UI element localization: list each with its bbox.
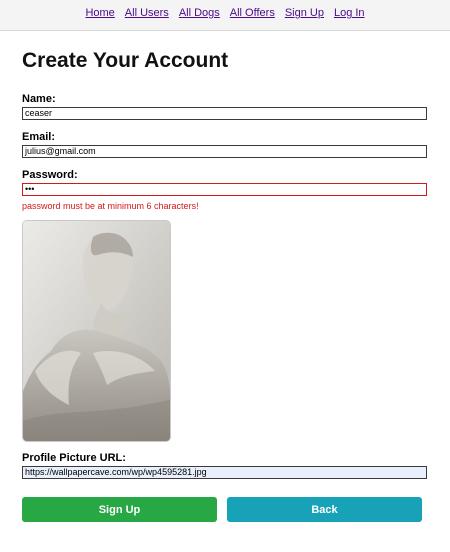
name-field: Name: ceaser xyxy=(22,93,428,120)
statue-photo-icon xyxy=(23,221,170,441)
page-title: Create Your Account xyxy=(22,49,229,72)
nav-all-offers-link[interactable]: All Offers xyxy=(230,7,275,19)
nav-sign-up-link[interactable]: Sign Up xyxy=(285,7,324,19)
profile-picture-url-field: Profile Picture URL: https://wallpaperca… xyxy=(22,452,428,479)
nav-home-link[interactable]: Home xyxy=(85,7,114,19)
profile-picture-url-input[interactable]: https://wallpapercave.com/wp/wp4595281.j… xyxy=(22,466,427,479)
form-actions: Sign Up Back xyxy=(22,497,422,522)
signup-form-container: Create Your Account Name: ceaser Email: … xyxy=(22,50,428,211)
back-button[interactable]: Back xyxy=(227,497,422,522)
password-label: Password: xyxy=(22,169,78,181)
email-field: Email: julius@gmail.com xyxy=(22,131,428,158)
name-label: Name: xyxy=(22,93,56,105)
top-navbar: Home All Users All Dogs All Offers Sign … xyxy=(0,0,450,31)
nav-log-in-link[interactable]: Log In xyxy=(334,7,365,19)
nav-all-dogs-link[interactable]: All Dogs xyxy=(179,7,220,19)
email-input[interactable]: julius@gmail.com xyxy=(22,145,427,158)
profile-picture-preview xyxy=(22,220,171,442)
password-field: Password: ••• password must be at minimu… xyxy=(22,169,428,211)
email-label: Email: xyxy=(22,131,56,143)
main-nav: Home All Users All Dogs All Offers Sign … xyxy=(0,7,450,19)
sign-up-button[interactable]: Sign Up xyxy=(22,497,217,522)
profile-picture-url-label: Profile Picture URL: xyxy=(22,452,126,464)
name-input[interactable]: ceaser xyxy=(22,107,427,120)
nav-all-users-link[interactable]: All Users xyxy=(125,7,169,19)
password-error-message: password must be at minimum 6 characters… xyxy=(22,201,199,211)
password-input[interactable]: ••• xyxy=(22,183,427,196)
